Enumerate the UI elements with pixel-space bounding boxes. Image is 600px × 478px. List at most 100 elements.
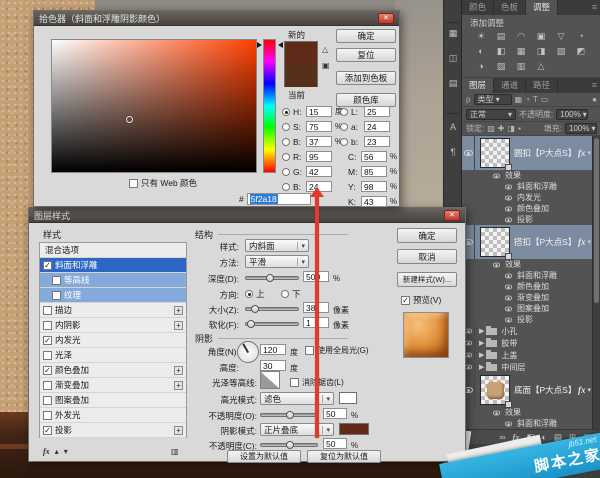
angle-input[interactable]: 120 xyxy=(260,344,286,355)
expand-triangle-icon[interactable]: ▶ xyxy=(479,339,484,347)
plus-badge-icon[interactable]: + xyxy=(174,381,183,390)
eye-icon[interactable] xyxy=(505,184,512,189)
checkbox[interactable] xyxy=(43,411,52,420)
direction-up-radio[interactable]: 上 xyxy=(245,288,265,300)
style-item-texture[interactable]: 纹理 xyxy=(40,288,186,303)
gloss-contour-thumbnail[interactable] xyxy=(260,371,280,389)
layers-scrollbar[interactable] xyxy=(592,136,600,429)
filter-kind-dropdown[interactable]: 类型▾ xyxy=(474,94,512,105)
tab-swatches[interactable]: 色板 xyxy=(494,0,526,15)
checkbox[interactable] xyxy=(52,276,61,285)
checkbox[interactable]: ✓ xyxy=(43,426,52,435)
effect-row[interactable]: 内发光 xyxy=(462,192,600,203)
reset-button[interactable]: 复位 xyxy=(336,48,396,62)
close-icon[interactable]: ✕ xyxy=(378,13,394,24)
y-input[interactable]: 98 xyxy=(361,181,387,192)
effect-row[interactable]: 渐变叠加 xyxy=(462,292,600,303)
layer-name[interactable]: 底面【P大点S】 xyxy=(514,384,576,396)
add-to-swatches-button[interactable]: 添加到色板 xyxy=(336,71,396,85)
technique-dropdown[interactable]: 平滑▾ xyxy=(245,255,309,268)
l-input[interactable]: 25 xyxy=(364,106,390,117)
filter-shape-icon[interactable]: ▭ xyxy=(541,95,549,104)
character-panel-icon[interactable]: A xyxy=(444,122,462,132)
layer-row[interactable]: 底面【P大点S】 fx ▾ xyxy=(462,373,600,407)
hue-slider[interactable] xyxy=(263,39,276,173)
move-down-icon[interactable]: ▾ xyxy=(64,447,68,456)
brightness-contrast-icon[interactable]: ☀ xyxy=(471,29,491,44)
altitude-input[interactable]: 30 xyxy=(260,360,286,371)
bevel-style-dropdown[interactable]: 内斜面▾ xyxy=(245,239,309,252)
gamut-warning-icon[interactable]: △ xyxy=(322,45,328,54)
invert-icon[interactable]: ◩ xyxy=(571,44,591,59)
eye-icon[interactable] xyxy=(493,410,500,415)
close-icon[interactable]: ✕ xyxy=(444,210,460,221)
slider-thumb[interactable] xyxy=(251,305,259,313)
highlight-opacity-input[interactable]: 50 xyxy=(323,408,347,419)
selective-color-icon[interactable]: △ xyxy=(531,59,551,74)
style-item-color-overlay[interactable]: ✓颜色叠加+ xyxy=(40,363,186,378)
saturation-brightness-field[interactable] xyxy=(51,39,257,173)
style-item-contour[interactable]: 等高线 xyxy=(40,273,186,288)
b-radio[interactable] xyxy=(282,138,290,146)
effect-row[interactable]: 斜面和浮雕 xyxy=(462,181,600,192)
plus-badge-icon[interactable]: + xyxy=(174,366,183,375)
group-row[interactable]: ▶中间层 xyxy=(462,361,600,373)
slider-thumb[interactable] xyxy=(286,441,294,449)
blend-mode-dropdown[interactable]: 正常▾ xyxy=(466,109,516,120)
effect-row[interactable]: 颜色叠加 xyxy=(462,203,600,214)
black-white-icon[interactable]: ◧ xyxy=(491,44,511,59)
reset-default-button[interactable]: 复位为默认值 xyxy=(307,450,381,463)
tab-paths[interactable]: 路径 xyxy=(526,78,558,93)
shadow-mode-dropdown[interactable]: 正片叠底▾ xyxy=(260,423,334,436)
eye-icon[interactable] xyxy=(505,317,512,322)
style-item-inner-glow[interactable]: ✓内发光 xyxy=(40,333,186,348)
scrollbar-thumb[interactable] xyxy=(594,138,599,303)
fx-badge-icon[interactable]: fx xyxy=(578,148,588,158)
highlight-opacity-slider[interactable] xyxy=(260,413,318,417)
move-up-icon[interactable]: ▴ xyxy=(55,447,59,456)
eye-icon[interactable] xyxy=(505,273,512,278)
effect-row[interactable]: 投影 xyxy=(462,314,600,325)
group-row[interactable]: ▶小孔 xyxy=(462,325,600,337)
highlight-mode-dropdown[interactable]: 滤色▾ xyxy=(260,392,334,405)
eye-icon[interactable] xyxy=(505,295,512,300)
exposure-icon[interactable]: ▣ xyxy=(531,29,551,44)
adjustment-layer-icon[interactable]: ◐ xyxy=(542,432,547,442)
style-item-bevel-emboss[interactable]: ✓斜面和浮雕 xyxy=(40,258,186,273)
histogram-panel-icon[interactable]: ▦ xyxy=(444,28,462,39)
collapse-effects-icon[interactable]: ▾ xyxy=(587,238,591,246)
visibility-toggle[interactable] xyxy=(462,136,475,170)
k-input[interactable]: 43 xyxy=(361,196,387,207)
b2-radio[interactable] xyxy=(282,183,290,191)
fx-badge-icon[interactable]: fx xyxy=(578,385,588,395)
b-input[interactable]: 37 xyxy=(306,136,332,147)
filter-toggle-icon[interactable]: ● xyxy=(592,95,597,104)
filter-pixel-icon[interactable]: ▦ xyxy=(515,95,523,104)
opacity-dropdown[interactable]: 100%▾ xyxy=(556,109,588,120)
vibrance-icon[interactable]: ▽ xyxy=(551,29,571,44)
direction-down-radio[interactable]: 下 xyxy=(281,288,301,300)
tab-channels[interactable]: 通道 xyxy=(494,78,526,93)
layer-thumbnail[interactable] xyxy=(480,227,510,257)
checkbox[interactable] xyxy=(43,351,52,360)
filter-kind-icon[interactable]: ρ xyxy=(466,95,471,104)
m-input[interactable]: 85 xyxy=(361,166,387,177)
r-radio[interactable] xyxy=(282,153,290,161)
checkbox[interactable] xyxy=(43,396,52,405)
group-name[interactable]: 小孔 xyxy=(501,326,517,337)
depth-slider[interactable] xyxy=(245,276,299,280)
hue-saturation-icon[interactable]: ◔ xyxy=(571,29,591,44)
collapse-effects-icon[interactable]: ▾ xyxy=(587,386,591,394)
layer-name[interactable]: 圆扣【P大点S】 xyxy=(514,147,576,159)
color-lookup-icon[interactable]: ▨ xyxy=(551,44,571,59)
current-color-swatch[interactable] xyxy=(285,65,317,87)
posterize-icon[interactable]: ◑ xyxy=(471,59,491,74)
h-radio[interactable] xyxy=(282,108,290,116)
checkbox[interactable]: ✓ xyxy=(43,366,52,375)
angle-dial[interactable] xyxy=(237,341,259,363)
lock-position-icon[interactable]: ◨ xyxy=(508,124,516,133)
slider-thumb[interactable] xyxy=(247,320,255,328)
new-style-button[interactable]: 新建样式(W)... xyxy=(397,272,457,287)
shadow-opacity-input[interactable]: 50 xyxy=(323,438,347,449)
color-libraries-button[interactable]: 颜色库 xyxy=(336,93,396,107)
